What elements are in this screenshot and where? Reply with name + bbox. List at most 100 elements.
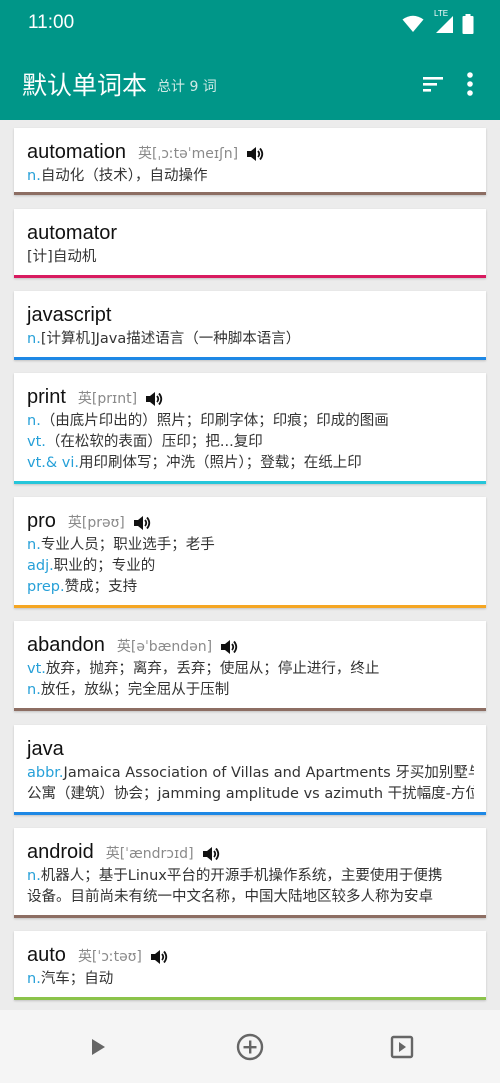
sort-icon[interactable] [420, 72, 446, 96]
part-of-speech: vt.& vi. [27, 455, 80, 471]
cell-signal-icon: LTE [432, 9, 454, 34]
speaker-icon[interactable] [246, 146, 264, 162]
word-text: pro [27, 510, 56, 532]
word-text: abandon [27, 634, 105, 656]
card-accent-bar [14, 708, 486, 711]
page-title: 默认单词本 [22, 71, 148, 100]
definition-line: n.放任，放纵；完全屈从于压制 [27, 680, 474, 701]
part-of-speech: n. [27, 868, 41, 884]
part-of-speech: prep. [27, 579, 65, 595]
word-card[interactable]: auto 英[ˈɔːtəʊ] n.汽车；自动 [14, 931, 486, 1000]
speaker-icon[interactable] [202, 846, 220, 862]
phonetic-text: 英[əˈbændən] [116, 639, 213, 655]
bottom-bar [0, 1010, 500, 1083]
word-card[interactable]: pro 英[prəʊ] n.专业人员；职业选手；老手 adj.职业的；专业的 prep.… [14, 497, 486, 608]
definition-text: Jamaica Association of Villas and Apartm… [63, 765, 474, 781]
card-accent-bar [14, 357, 486, 360]
app-bar: 默认单词本 总计 9 词 [0, 48, 500, 120]
definition-line: adj.职业的；专业的 [27, 556, 474, 577]
part-of-speech: n. [27, 971, 41, 987]
definition-line: abbr.Jamaica Association of Villas and A… [27, 763, 474, 784]
word-text: automator [27, 222, 118, 244]
word-card[interactable]: automator [计]自动机 [14, 209, 486, 278]
word-text: auto [27, 944, 66, 966]
definition-line: vt.放弃，抛弃；离弃，丢弃；使屈从；停止进行，终止 [27, 659, 474, 680]
definition-text: 放任，放纵；完全屈从于压制 [40, 682, 230, 698]
part-of-speech: n. [27, 537, 41, 553]
status-time: 11:00 [28, 12, 75, 33]
definition-text: 机器人；基于Linux平台的开源手机操作系统，主要使用于便携 [40, 868, 443, 884]
word-header: java [27, 738, 474, 763]
word-text: android [27, 841, 94, 863]
word-header: abandon 英[əˈbændən] [27, 634, 474, 659]
phonetic-text: 英[ˈɔːtəʊ] [77, 949, 142, 965]
definition-text: 放弃，抛弃；离弃，丢弃；使屈从；停止进行，终止 [45, 661, 380, 677]
card-accent-bar [14, 812, 486, 815]
definition-line: prep.赞成；支持 [27, 577, 474, 598]
speaker-icon[interactable] [150, 949, 168, 965]
speaker-icon[interactable] [133, 515, 151, 531]
definition-line: n.专业人员；职业选手；老手 [27, 535, 474, 556]
definition-text: [计算机]Java描述语言（一种脚本语言） [40, 331, 301, 347]
speaker-icon[interactable] [145, 391, 163, 407]
word-header: javascript [27, 304, 474, 329]
word-card[interactable]: android 英[ˈændrɔɪd] n.机器人；基于Linux平台的开源手机操作… [14, 828, 486, 918]
word-text: javascript [27, 304, 112, 326]
status-icons: LTE [402, 9, 474, 35]
definition-text: 用印刷体写；冲洗（照片）；登载；在纸上印 [79, 455, 362, 471]
part-of-speech: abbr. [27, 765, 64, 781]
definition-line: 设备。目前尚未有统一中文名称，中国大陆地区较多人称为安卓 [27, 887, 474, 908]
word-card[interactable]: automation 英[ˌɔːtəˈmeɪʃn] n.自动化（技术），自动操作 [14, 128, 486, 195]
play-icon[interactable] [83, 1032, 113, 1062]
word-header: android 英[ˈændrɔɪd] [27, 841, 474, 866]
word-card[interactable]: java abbr.Jamaica Association of Villas a… [14, 725, 486, 815]
definition-text: [计]自动机 [27, 249, 97, 265]
definition-line: 公寓（建筑）协会；jamming amplitude vs azimuth 干扰… [27, 784, 474, 805]
word-text: java [27, 738, 64, 760]
slideshow-icon[interactable] [387, 1032, 417, 1062]
definition-line: n.[计算机]Java描述语言（一种脚本语言） [27, 329, 474, 350]
word-text: print [27, 386, 66, 408]
definition-line: n.汽车；自动 [27, 969, 474, 990]
definition-line: n.机器人；基于Linux平台的开源手机操作系统，主要使用于便携 [27, 866, 474, 887]
battery-icon [462, 14, 474, 34]
word-header: auto 英[ˈɔːtəʊ] [27, 944, 474, 969]
word-card[interactable]: abandon 英[əˈbændən] vt.放弃，抛弃；离弃，丢弃；使屈从；停止进… [14, 621, 486, 711]
word-header: pro 英[prəʊ] [27, 510, 474, 535]
speaker-icon[interactable] [220, 639, 238, 655]
definition-text: 赞成；支持 [64, 579, 138, 595]
word-header: automator [27, 222, 474, 247]
card-accent-bar [14, 192, 486, 195]
word-header: print 英[prɪnt] [27, 386, 474, 411]
definition-text: 自动化（技术），自动操作 [40, 168, 208, 184]
phonetic-text: 英[ˌɔːtəˈmeɪʃn] [137, 146, 239, 162]
part-of-speech: vt. [27, 434, 46, 450]
definition-text: （由底片印出的）照片；印刷字体；印痕；印成的图画 [40, 413, 389, 429]
part-of-speech: n. [27, 682, 41, 698]
part-of-speech: adj. [27, 558, 54, 574]
word-card[interactable]: print 英[prɪnt] n.（由底片印出的）照片；印刷字体；印痕；印成的图画 v… [14, 373, 486, 484]
card-accent-bar [14, 481, 486, 484]
phonetic-text: 英[ˈændrɔɪd] [105, 846, 194, 862]
definition-line: n.自动化（技术），自动操作 [27, 166, 474, 187]
add-circle-icon[interactable] [235, 1032, 265, 1062]
word-header: automation 英[ˌɔːtəˈmeɪʃn] [27, 141, 474, 166]
more-options-icon[interactable] [460, 70, 480, 98]
status-bar: 11:00 LTE [0, 0, 500, 48]
definition-text: 设备。目前尚未有统一中文名称，中国大陆地区较多人称为安卓 [27, 889, 433, 905]
definition-text: 公寓（建筑）协会；jamming amplitude vs azimuth 干扰… [27, 786, 474, 802]
definition-text: 职业的；专业的 [53, 558, 156, 574]
definition-text: 专业人员；职业选手；老手 [40, 537, 215, 553]
word-count: 总计 9 词 [157, 79, 217, 95]
word-card[interactable]: javascript n.[计算机]Java描述语言（一种脚本语言） [14, 291, 486, 360]
phonetic-text: 英[prəʊ] [67, 515, 125, 531]
part-of-speech: vt. [27, 661, 46, 677]
card-accent-bar [14, 605, 486, 608]
part-of-speech: n. [27, 168, 41, 184]
card-accent-bar [14, 915, 486, 918]
definition-line: n.（由底片印出的）照片；印刷字体；印痕；印成的图画 [27, 411, 474, 432]
definition-line: [计]自动机 [27, 247, 474, 268]
card-accent-bar [14, 997, 486, 1000]
definition-text: （在松软的表面）压印；把...复印 [45, 434, 263, 450]
part-of-speech: n. [27, 331, 41, 347]
